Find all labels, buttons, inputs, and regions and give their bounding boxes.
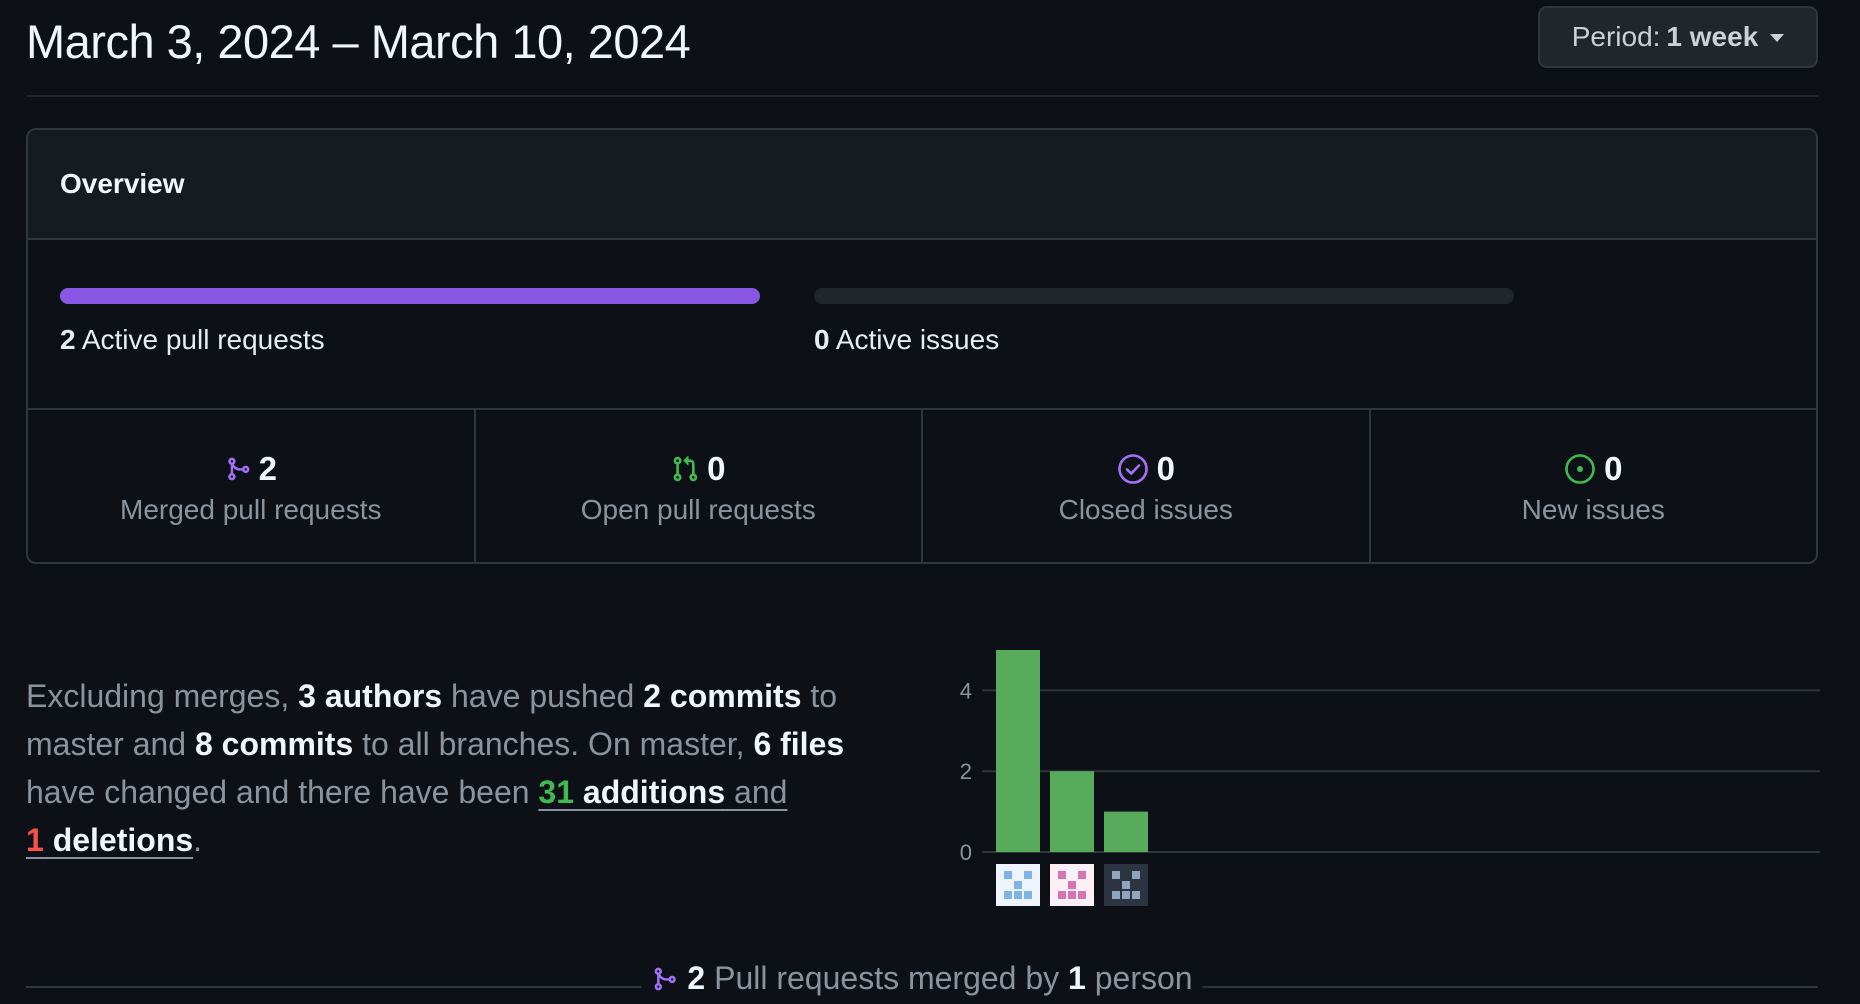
avatar-pixel xyxy=(1112,871,1120,879)
avatar-pixel xyxy=(1004,891,1012,899)
avatar-pixel xyxy=(1122,881,1130,889)
period-prefix: Period: xyxy=(1571,21,1661,52)
active-pull-requests-link[interactable]: 2 Active pull requests xyxy=(60,324,325,356)
deletions-link[interactable]: 1 deletions xyxy=(26,822,193,858)
active-issues-link[interactable]: 0 Active issues xyxy=(814,324,999,356)
active-pr-count: 2 xyxy=(60,324,76,355)
bar xyxy=(996,650,1040,852)
footer-text: person xyxy=(1085,960,1193,996)
active-issues-label: Active issues xyxy=(835,324,1000,355)
avatar-pixel xyxy=(1024,891,1032,899)
commit-summary: Excluding merges, 3 authors have pushed … xyxy=(26,672,886,864)
commits-all-count: 8 commits xyxy=(194,726,354,762)
summary-text: have pushed xyxy=(442,678,644,714)
avatar-pixel xyxy=(1014,881,1022,889)
deletions-label: deletions xyxy=(43,822,194,858)
footer-text: Pull requests merged by xyxy=(705,960,1069,996)
overview-title: Overview xyxy=(28,130,1816,240)
summary-text: have changed and there have been xyxy=(26,774,539,810)
people-count: 1 xyxy=(1068,960,1086,996)
new-issues-count: 0 xyxy=(1604,450,1623,487)
authors-count: 3 authors xyxy=(298,678,443,714)
summary-text: Excluding merges, xyxy=(26,678,299,714)
summary-text: to all branches. On master, xyxy=(353,726,754,762)
stat-merged-pull-requests[interactable]: 2 Merged pull requests xyxy=(28,410,476,562)
avatar-pixel xyxy=(1068,881,1076,889)
header: March 3, 2024 – March 10, 2024 Period: 1… xyxy=(26,0,1818,97)
merged-label: Merged pull requests xyxy=(120,494,382,525)
y-tick-label: 4 xyxy=(960,678,972,703)
avatar-pixel xyxy=(1132,891,1140,899)
date-range-title: March 3, 2024 – March 10, 2024 xyxy=(26,15,691,68)
additions-label: additions xyxy=(574,774,726,810)
avatar-pixel xyxy=(1078,891,1086,899)
overview-panel: Overview 2 Active pull requests 0 Active… xyxy=(26,128,1818,564)
merged-pr-footer: 2 Pull requests merged by 1 person xyxy=(26,956,1818,1004)
deletions-count: 1 xyxy=(26,822,44,858)
period-dropdown-button[interactable]: Period: 1 week xyxy=(1538,6,1818,68)
avatar-pixel xyxy=(1068,891,1076,899)
merged-count: 2 xyxy=(258,450,277,487)
additions-count: 31 xyxy=(538,774,575,810)
git-merge-icon xyxy=(225,454,251,484)
avatar-pixel xyxy=(1078,871,1086,879)
y-tick-label: 0 xyxy=(960,840,972,865)
open-pr-label: Open pull requests xyxy=(580,494,816,525)
stats-row: 2 Merged pull requests 0 Open pull reque… xyxy=(28,410,1817,562)
commits-master-count: 2 commits xyxy=(643,678,802,714)
y-tick-label: 2 xyxy=(960,759,972,784)
avatar-pixel xyxy=(1004,871,1012,879)
avatar-pixel xyxy=(1122,891,1130,899)
issue-opened-icon xyxy=(1564,453,1596,485)
stat-closed-issues[interactable]: 0 Closed issues xyxy=(923,410,1371,562)
additions-link[interactable]: 31 additions and xyxy=(538,774,787,810)
chart-svg: 0 2 4 xyxy=(960,650,1820,906)
avatar-pixel xyxy=(1132,871,1140,879)
merged-pr-count: 2 xyxy=(687,960,706,996)
period-value: 1 week xyxy=(1666,21,1759,52)
active-pr-label: Active pull requests xyxy=(81,324,325,355)
commits-by-author-chart: 0 2 4 xyxy=(940,640,1820,920)
activity-bars: 2 Active pull requests 0 Active issues xyxy=(28,240,1816,410)
summary-text: . xyxy=(193,822,203,858)
avatar-pixel xyxy=(1014,891,1022,899)
files-changed-count: 6 files xyxy=(753,726,845,762)
avatar-pixel xyxy=(1112,891,1120,899)
bar xyxy=(1104,811,1148,852)
avatar-pixel xyxy=(1058,891,1066,899)
new-issues-label: New issues xyxy=(1521,494,1665,525)
active-issues-count: 0 xyxy=(814,324,830,355)
closed-issues-count: 0 xyxy=(1156,450,1175,487)
pull-requests-bar[interactable] xyxy=(60,288,760,304)
stat-new-issues[interactable]: 0 New issues xyxy=(1371,410,1817,562)
issue-closed-icon xyxy=(1117,453,1149,485)
caret-down-icon xyxy=(1770,34,1785,42)
bar xyxy=(1050,771,1094,852)
git-pull-request-icon xyxy=(671,454,699,484)
stat-open-pull-requests[interactable]: 0 Open pull requests xyxy=(476,410,923,562)
issues-bar[interactable] xyxy=(814,288,1514,304)
open-pr-count: 0 xyxy=(707,450,726,487)
closed-issues-label: Closed issues xyxy=(1058,494,1233,525)
avatar-pixel xyxy=(1024,871,1032,879)
git-merge-icon xyxy=(651,964,677,994)
and-text: and xyxy=(725,774,788,810)
pull-requests-bar-fill xyxy=(60,288,760,304)
avatar-pixel xyxy=(1058,871,1066,879)
